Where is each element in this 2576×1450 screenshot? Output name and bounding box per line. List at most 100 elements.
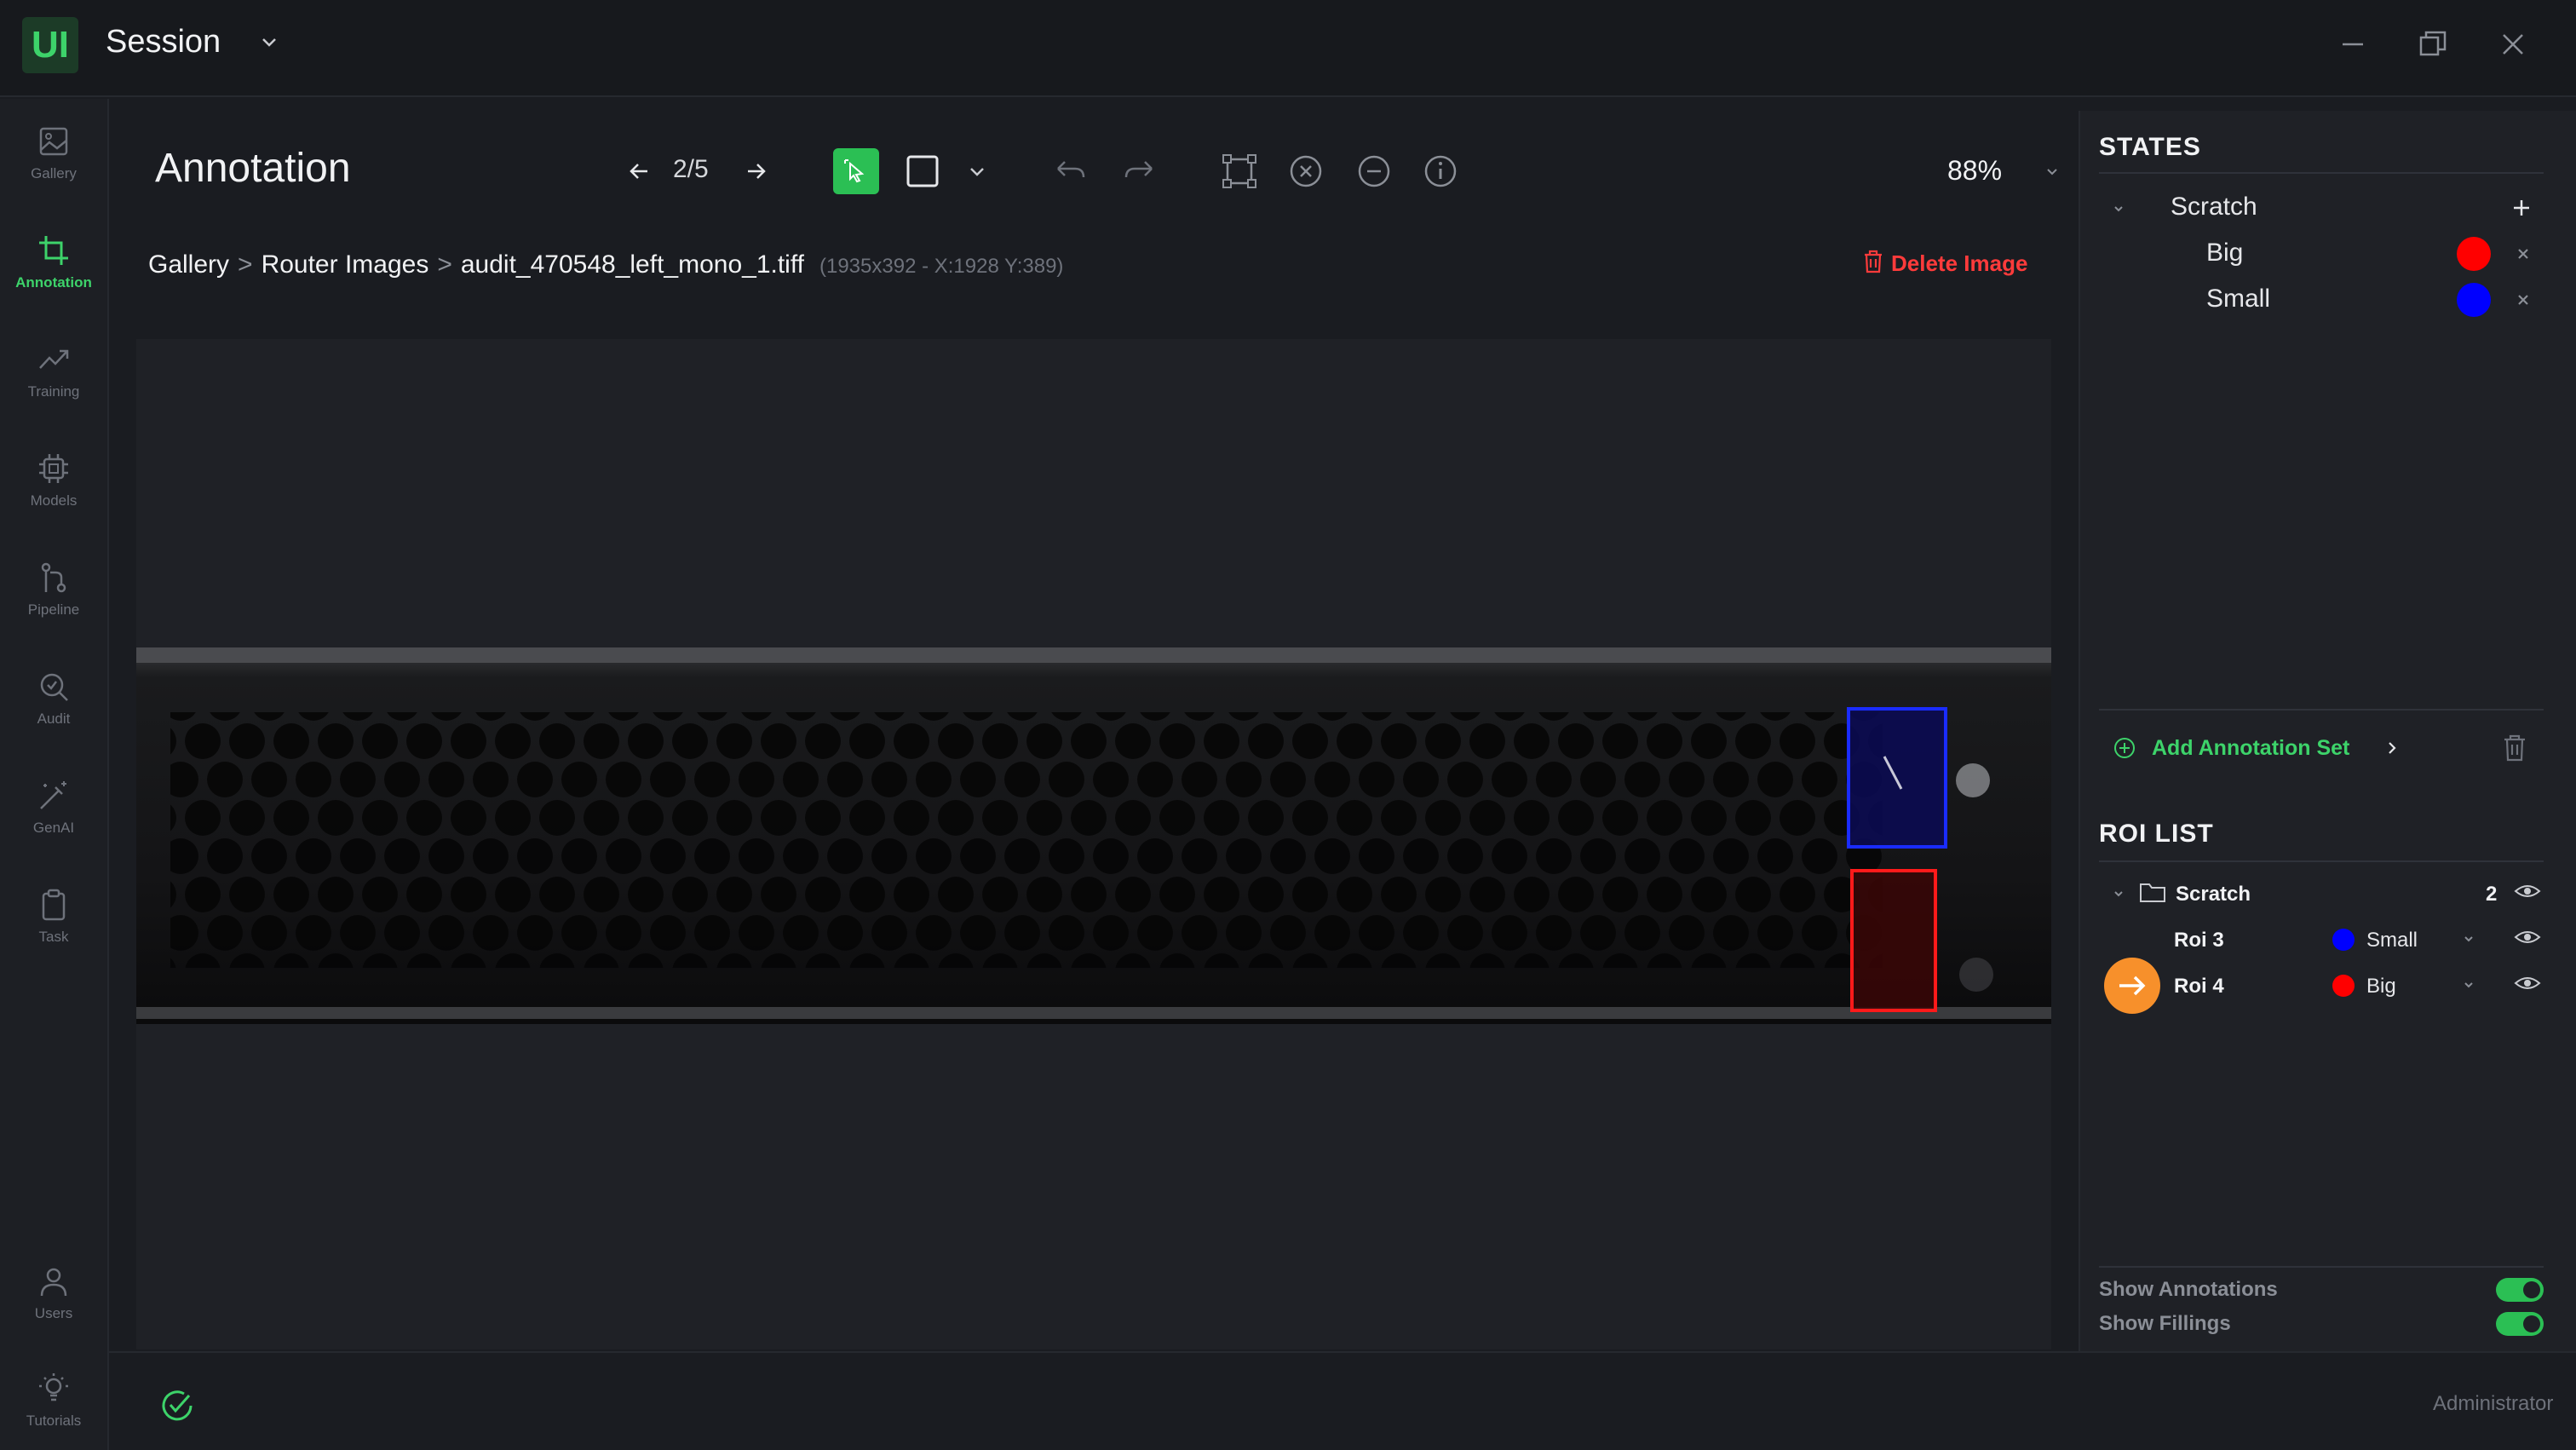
breadcrumb-folder[interactable]: Router Images bbox=[262, 250, 429, 279]
chevron-down-icon[interactable] bbox=[2458, 975, 2479, 995]
sidebar-item-gallery[interactable]: Gallery bbox=[0, 111, 107, 210]
add-annotation-set-button[interactable]: Add Annotation Set bbox=[2113, 736, 2349, 761]
close-icon[interactable] bbox=[2511, 288, 2535, 312]
chevron-down-icon[interactable] bbox=[2031, 150, 2073, 193]
remove-circle-icon[interactable] bbox=[1353, 150, 1395, 193]
eye-icon[interactable] bbox=[2513, 971, 2542, 995]
arrow-right-icon bbox=[2119, 975, 2146, 996]
roi-state-color bbox=[2332, 929, 2355, 951]
bounding-box-icon[interactable] bbox=[1218, 150, 1261, 193]
sidebar-item-pipeline[interactable]: Pipeline bbox=[0, 547, 107, 646]
eye-icon[interactable] bbox=[2513, 925, 2542, 949]
active-roi-indicator[interactable] bbox=[2104, 958, 2160, 1014]
undo-icon[interactable] bbox=[1049, 150, 1092, 193]
roi-state-select[interactable]: Small bbox=[2366, 929, 2418, 952]
chevron-right-icon[interactable] bbox=[2380, 736, 2404, 760]
zoom-level[interactable]: 88% bbox=[1947, 155, 2002, 187]
sidebar-item-models[interactable]: Models bbox=[0, 438, 107, 537]
magnifier-icon bbox=[40, 673, 68, 701]
state-color-swatch[interactable] bbox=[2457, 237, 2491, 271]
page-counter: 2/5 bbox=[673, 155, 709, 183]
trend-icon bbox=[39, 349, 69, 369]
show-fillings-label: Show Fillings bbox=[2099, 1312, 2231, 1335]
breadcrumb-gallery[interactable]: Gallery bbox=[148, 250, 229, 279]
page-title: Annotation bbox=[155, 146, 351, 191]
clear-circle-icon[interactable] bbox=[1285, 150, 1327, 193]
folder-icon bbox=[2140, 883, 2165, 902]
plus-icon[interactable] bbox=[2508, 194, 2535, 222]
status-bar: Administrator bbox=[109, 1351, 2576, 1450]
chevron-down-icon[interactable] bbox=[256, 29, 283, 56]
sidebar: Gallery Annotation Training Models Pipel… bbox=[0, 99, 109, 1450]
eye-icon[interactable] bbox=[2513, 879, 2542, 903]
roi-name[interactable]: Roi 4 bbox=[2174, 975, 2224, 998]
show-fillings-toggle[interactable] bbox=[2496, 1312, 2544, 1336]
delete-image-label: Delete Image bbox=[1891, 250, 2028, 276]
clipboard-icon bbox=[42, 889, 66, 921]
annotation-canvas[interactable] bbox=[136, 339, 2051, 1349]
arrow-right-icon[interactable] bbox=[734, 150, 777, 193]
sidebar-item-label: Tutorials bbox=[26, 1413, 82, 1429]
current-user: Administrator bbox=[2433, 1392, 2554, 1415]
session-title[interactable]: Session bbox=[106, 24, 221, 60]
rectangle-tool-icon[interactable] bbox=[901, 150, 944, 193]
title-bar: UI Session bbox=[0, 0, 2576, 97]
roi-name[interactable]: Roi 3 bbox=[2174, 929, 2224, 952]
add-annotation-set-label: Add Annotation Set bbox=[2152, 736, 2350, 760]
sidebar-item-users[interactable]: Users bbox=[0, 1251, 107, 1349]
divider bbox=[2099, 860, 2544, 862]
breadcrumb: Gallery > Router Images > audit_470548_left_… bbox=[148, 250, 1063, 279]
minimize-icon[interactable] bbox=[2332, 24, 2373, 65]
plus-circle-icon bbox=[2114, 738, 2135, 758]
breadcrumb-separator: > bbox=[437, 250, 452, 279]
chevron-down-icon[interactable] bbox=[956, 150, 998, 193]
show-annotations-toggle[interactable] bbox=[2496, 1278, 2544, 1302]
panel-edge bbox=[136, 647, 2051, 663]
trash-icon[interactable] bbox=[2501, 733, 2528, 763]
sidebar-item-label: Task bbox=[38, 929, 69, 945]
divider bbox=[2099, 172, 2544, 174]
chevron-down-icon[interactable] bbox=[2107, 883, 2130, 905]
sidebar-item-tutorials[interactable]: Tutorials bbox=[0, 1358, 107, 1450]
roi-state-color bbox=[2332, 975, 2355, 997]
sidebar-item-genai[interactable]: GenAI bbox=[0, 765, 107, 864]
sidebar-item-task[interactable]: Task bbox=[0, 874, 107, 973]
screw bbox=[1959, 958, 1993, 992]
vent-holes bbox=[170, 712, 1883, 968]
sidebar-item-annotation[interactable]: Annotation bbox=[0, 220, 107, 319]
image-icon bbox=[39, 127, 68, 156]
crop-icon bbox=[39, 236, 68, 265]
sidebar-item-label: Audit bbox=[37, 711, 71, 727]
select-tool-button[interactable] bbox=[833, 148, 879, 194]
state-name: Small bbox=[2206, 285, 2271, 313]
sidebar-item-label: Pipeline bbox=[27, 601, 80, 618]
cursor-select-icon bbox=[844, 159, 865, 183]
right-panel bbox=[2079, 111, 2576, 1351]
chevron-down-icon[interactable] bbox=[2458, 929, 2479, 949]
info-icon[interactable] bbox=[1419, 150, 1462, 193]
breadcrumb-file: audit_470548_left_mono_1.tiff bbox=[460, 250, 804, 279]
sidebar-item-label: Training bbox=[27, 383, 80, 400]
delete-image-button[interactable]: Delete Image bbox=[1862, 249, 2027, 277]
check-circle-icon bbox=[162, 1390, 193, 1421]
roi-group-name: Scratch bbox=[2176, 883, 2251, 906]
restore-icon[interactable] bbox=[2412, 24, 2453, 65]
roi-count: 2 bbox=[2486, 883, 2498, 906]
screw bbox=[1956, 763, 1990, 797]
trash-icon bbox=[1865, 250, 1882, 273]
image-meta: (1935x392 - X:1928 Y:389) bbox=[819, 255, 1064, 278]
state-group-name: Scratch bbox=[2171, 193, 2257, 221]
roi-3-box[interactable] bbox=[1847, 707, 1947, 849]
close-icon[interactable] bbox=[2511, 242, 2535, 266]
sidebar-item-training[interactable]: Training bbox=[0, 329, 107, 428]
roi-state-select[interactable]: Big bbox=[2366, 975, 2396, 998]
chevron-down-icon[interactable] bbox=[2107, 198, 2130, 220]
state-color-swatch[interactable] bbox=[2457, 283, 2491, 317]
sidebar-item-audit[interactable]: Audit bbox=[0, 656, 107, 755]
wand-icon bbox=[40, 781, 66, 809]
roi-4-box[interactable] bbox=[1850, 869, 1937, 1012]
close-icon[interactable] bbox=[2493, 24, 2533, 65]
redo-icon[interactable] bbox=[1118, 150, 1160, 193]
arrow-left-icon[interactable] bbox=[618, 150, 661, 193]
image-view bbox=[136, 647, 2051, 1024]
